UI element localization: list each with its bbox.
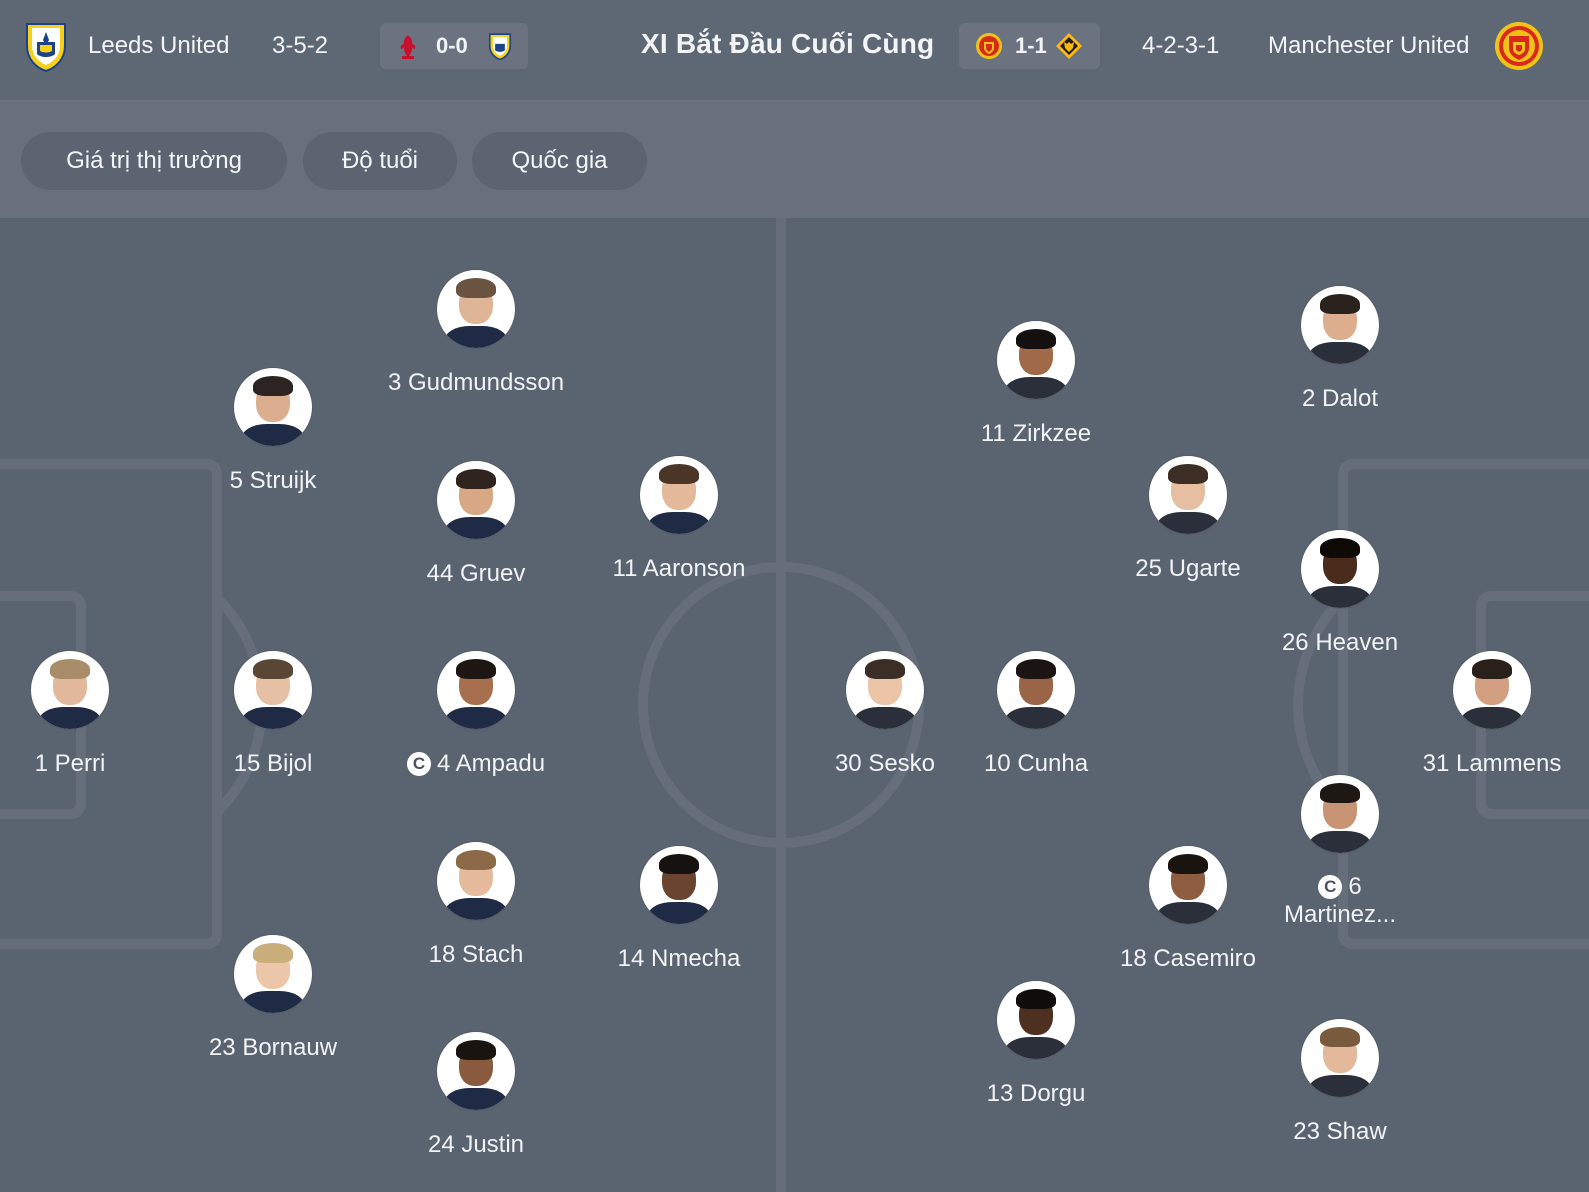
filter-age-button[interactable]: Độ tuổi (303, 132, 457, 190)
player-away-dorgu[interactable]: 13 Dorgu (936, 981, 1136, 1109)
player-label: 1 Perri (34, 750, 106, 777)
away-team-name[interactable]: Manchester United (1268, 30, 1469, 62)
player-home-justin[interactable]: 24 Justin (376, 1032, 576, 1160)
manchester-united-mini-crest-icon (975, 32, 1003, 60)
page-title: XI Bắt Đầu Cuối Cùng (641, 28, 935, 59)
player-label: 18 Casemiro (1119, 945, 1257, 972)
player-label: C4 Ampadu (376, 749, 576, 779)
player-photo (1149, 846, 1227, 924)
player-home-struijk[interactable]: 5 Struijk (173, 368, 373, 496)
pitch: 1 Perri 15 Bijol 5 Struijk 23 Bornauw 3 … (0, 218, 1589, 1192)
player-photo (640, 846, 718, 924)
player-label: 11 Zirkzee (980, 420, 1092, 447)
player-away-shaw[interactable]: 23 Shaw (1240, 1019, 1440, 1147)
player-label: 14 Nmecha (617, 945, 741, 972)
player-label: 23 Shaw (1293, 1118, 1387, 1145)
away-last-match-box[interactable]: 1-1 (959, 23, 1100, 69)
player-photo (31, 651, 109, 729)
player-photo (437, 842, 515, 920)
player-home-ampadu[interactable]: C4 Ampadu (376, 651, 576, 779)
player-label: 15 Bijol (233, 750, 313, 777)
home-last-score: 0-0 (436, 33, 468, 58)
player-label: 31 Lammens (1422, 750, 1562, 777)
player-label: 2 Dalot (1301, 385, 1379, 412)
leeds-united-crest-icon[interactable] (23, 20, 69, 72)
player-label: 10 Cunha (983, 750, 1089, 777)
manchester-united-crest-icon[interactable] (1494, 20, 1544, 72)
player-home-nmecha[interactable]: 14 Nmecha (579, 846, 779, 974)
player-photo (437, 651, 515, 729)
player-label: 13 Dorgu (986, 1080, 1086, 1107)
player-photo (437, 461, 515, 539)
player-photo (234, 651, 312, 729)
player-home-bornauw[interactable]: 23 Bornauw (173, 935, 373, 1063)
player-away-dalot[interactable]: 2 Dalot (1240, 286, 1440, 414)
player-label: 5 Struijk (229, 467, 317, 494)
player-photo (846, 651, 924, 729)
player-photo (1301, 286, 1379, 364)
player-label: 18 Stach (428, 941, 524, 968)
player-photo (997, 981, 1075, 1059)
captain-badge-icon: C (406, 752, 431, 776)
player-label: 24 Justin (427, 1131, 525, 1158)
player-home-stach[interactable]: 18 Stach (376, 842, 576, 970)
player-photo (437, 270, 515, 348)
player-label: 3 Gudmundsson (387, 369, 565, 396)
player-photo (1301, 530, 1379, 608)
player-home-bijol[interactable]: 15 Bijol (173, 651, 373, 779)
player-home-perri[interactable]: 1 Perri (0, 651, 170, 779)
player-label: 23 Bornauw (208, 1034, 338, 1061)
player-photo (640, 456, 718, 534)
player-photo (1453, 651, 1531, 729)
player-photo (1149, 456, 1227, 534)
player-photo (997, 651, 1075, 729)
player-away-lammens[interactable]: 31 Lammens (1392, 651, 1589, 779)
leeds-united-mini-crest-icon (486, 32, 514, 60)
player-label: 44 Gruev (426, 560, 526, 587)
player-label-name: Martinez... (1283, 901, 1397, 928)
home-last-match-box[interactable]: 0-0 (380, 23, 528, 69)
filter-country-button[interactable]: Quốc gia (472, 132, 647, 190)
player-label-number: 6 (1348, 873, 1362, 900)
filter-bar: Giá trị thị trường Độ tuổi Quốc gia (0, 102, 1589, 218)
filter-market-value-button[interactable]: Giá trị thị trường (21, 132, 287, 190)
captain-badge-icon: C (1318, 875, 1343, 899)
player-photo (437, 1032, 515, 1110)
player-photo (997, 321, 1075, 399)
away-last-score: 1-1 (1015, 33, 1047, 58)
player-away-martinez[interactable]: C 6 Martinez... (1240, 775, 1440, 929)
player-home-aaronson[interactable]: 11 Aaronson (579, 456, 779, 584)
player-photo (234, 935, 312, 1013)
liverpool-crest-icon (394, 32, 422, 60)
wolves-crest-icon (1055, 32, 1083, 60)
player-home-gruev[interactable]: 44 Gruev (376, 461, 576, 589)
home-team-name[interactable]: Leeds United (88, 30, 229, 62)
player-label-text: 4 Ampadu (436, 750, 546, 777)
match-header: Leeds United 3-5-2 0-0 XI Bắt Đầu Cuối C… (0, 0, 1589, 102)
player-away-heaven[interactable]: 26 Heaven (1240, 530, 1440, 658)
home-formation: 3-5-2 (272, 32, 329, 59)
player-photo (1301, 775, 1379, 853)
player-home-gudmundsson[interactable]: 3 Gudmundsson (376, 270, 576, 398)
player-photo (1301, 1019, 1379, 1097)
player-away-cunha[interactable]: 10 Cunha (936, 651, 1136, 779)
player-label: C 6 Martinez... (1240, 873, 1440, 929)
player-label: 11 Aaronson (612, 555, 746, 582)
away-formation: 4-2-3-1 (1142, 32, 1220, 59)
player-away-zirkzee[interactable]: 11 Zirkzee (936, 321, 1136, 449)
player-photo (234, 368, 312, 446)
